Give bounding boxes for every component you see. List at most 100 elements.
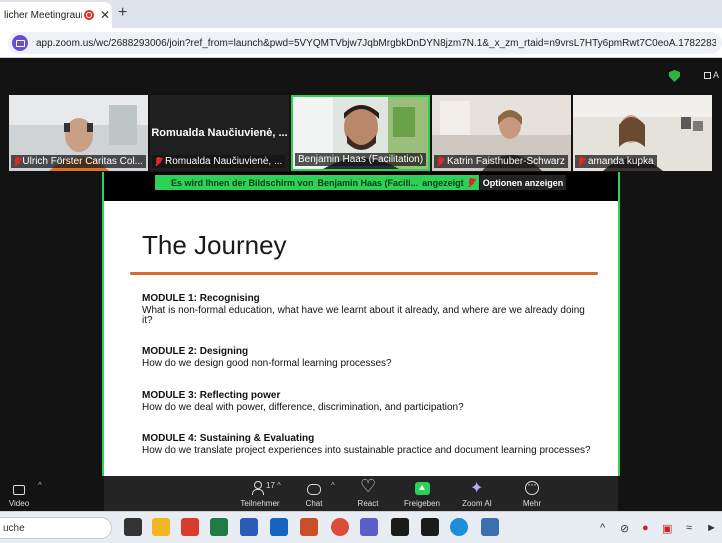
module-block: MODULE 1: Recognising What is non-formal…	[142, 293, 592, 326]
participants-label: Teilnehmer	[240, 499, 280, 508]
module-heading: MODULE 4: Sustaining & Evaluating	[142, 433, 315, 444]
mic-muted-icon	[578, 156, 585, 167]
participant-name-tag: Ulrich Förster Caritas Col...	[11, 155, 146, 168]
video-options-caret[interactable]: ^	[38, 481, 42, 490]
module-block: MODULE 4: Sustaining & Evaluating How do…	[142, 433, 592, 456]
volume-icon[interactable]: ►	[706, 522, 717, 534]
tray-overflow-icon[interactable]: ^	[600, 522, 605, 534]
task-view-icon[interactable]	[124, 518, 142, 536]
participant-name: Romualda Naučiuvienė, ...	[165, 156, 283, 167]
participant-tile-active[interactable]: Benjamin Haas (Facilitation)	[291, 95, 430, 171]
banner-presenter: Benjamin Haas (Facili...	[317, 177, 419, 188]
more-button[interactable]: Mehr	[518, 476, 546, 511]
app-diamond-2-icon[interactable]	[421, 518, 439, 536]
module-text: How do we design good non-formal learnin…	[142, 358, 392, 369]
video-camera-icon	[13, 485, 25, 495]
chat-button[interactable]: Chat	[302, 476, 326, 511]
browser-tab-bar: licher Meetingraum ✕ +	[0, 0, 722, 28]
react-button[interactable]: React	[354, 476, 382, 511]
participant-name: Ulrich Förster Caritas Col...	[22, 156, 143, 167]
file-explorer-icon[interactable]	[152, 518, 170, 536]
powerpoint-icon[interactable]	[300, 518, 318, 536]
teams-icon[interactable]	[360, 518, 378, 536]
omnibox[interactable]: app.zoom.us/wc/2688293006/join?ref_from=…	[8, 32, 722, 54]
participant-strip: Ulrich Förster Caritas Col... Romualda N…	[0, 92, 722, 172]
app-diamond-icon[interactable]	[391, 518, 409, 536]
more-icon	[525, 477, 539, 495]
module-text: How do we deal with power, difference, d…	[142, 402, 464, 413]
chat-label: Chat	[305, 499, 323, 508]
module-heading: MODULE 2: Designing	[142, 346, 249, 357]
windows-taskbar: uche ^ ⊘ ● ▣ ≈ ►	[0, 511, 722, 543]
mic-muted-icon	[155, 156, 162, 167]
screen-share-tray-icon[interactable]: ▣	[662, 522, 672, 535]
edge-icon[interactable]	[450, 518, 468, 536]
chrome-icon[interactable]	[331, 518, 349, 536]
camera-off-icon[interactable]: ⊘	[620, 522, 629, 535]
video-label: Video	[8, 499, 30, 508]
microphone-icon[interactable]: ●	[642, 522, 649, 534]
participants-count: 17	[266, 481, 275, 490]
share-label: Freigeben	[403, 499, 441, 508]
view-label: A	[713, 70, 720, 80]
participant-name: Benjamin Haas (Facilitation)	[298, 154, 424, 165]
module-heading: MODULE 3: Reflecting power	[142, 390, 281, 401]
desktop-icon[interactable]	[481, 518, 499, 536]
slide-divider	[130, 272, 598, 275]
browser-address-bar: app.zoom.us/wc/2688293006/join?ref_from=…	[0, 28, 722, 58]
share-screen-button[interactable]: Freigeben	[402, 476, 442, 511]
new-tab-button[interactable]: +	[118, 4, 127, 22]
search-text: uche	[3, 522, 25, 534]
encryption-shield-icon[interactable]	[669, 70, 680, 82]
grid-icon	[704, 72, 711, 79]
site-info-icon[interactable]	[12, 35, 28, 51]
share-stage: Es wird Ihnen der Bildschirm von Benjami…	[0, 172, 722, 476]
share-screen-icon	[414, 482, 430, 495]
participants-options-caret[interactable]: ^	[277, 481, 281, 490]
tab-close-icon[interactable]: ✕	[100, 8, 110, 22]
recording-icon	[84, 10, 94, 20]
video-button[interactable]: Video	[6, 476, 32, 511]
acrobat-icon[interactable]	[181, 518, 199, 536]
screen: licher Meetingraum ✕ + app.zoom.us/wc/26…	[0, 0, 722, 543]
participant-name-tag: amanda kupka	[575, 155, 657, 168]
view-options-button[interactable]: Optionen anzeigen	[480, 175, 566, 190]
mic-muted-icon	[437, 156, 444, 167]
mic-muted-icon	[14, 156, 21, 167]
banner-prefix: Es wird Ihnen der Bildschirm von	[171, 177, 314, 188]
taskbar-search-box[interactable]: uche	[0, 517, 112, 539]
zoom-ai-label: Zoom AI	[462, 499, 492, 508]
participant-tile[interactable]: Ulrich Förster Caritas Col...	[9, 95, 148, 171]
module-text: What is non-formal education, what have …	[142, 305, 585, 326]
participant-tile[interactable]: amanda kupka	[573, 95, 712, 171]
wifi-icon[interactable]: ≈	[686, 522, 692, 534]
mic-icon	[468, 177, 475, 188]
url-text[interactable]: app.zoom.us/wc/2688293006/join?ref_from=…	[36, 38, 716, 49]
module-text: How do we translate project experiences …	[142, 445, 591, 456]
banner-suffix: angezeigt	[422, 177, 464, 188]
word-icon[interactable]	[240, 518, 258, 536]
slide-title: The Journey	[142, 230, 287, 260]
participants-button[interactable]: Teilnehmer	[238, 476, 282, 511]
outlook-icon[interactable]	[270, 518, 288, 536]
tab-title: licher Meetingraum	[4, 9, 82, 21]
view-button[interactable]: A	[704, 70, 719, 80]
more-label: Mehr	[522, 499, 542, 508]
participant-name-tag: Katrin Faisthuber-Schwarz	[434, 155, 568, 168]
module-block: MODULE 2: Designing How do we design goo…	[142, 346, 592, 369]
participant-tile[interactable]: Katrin Faisthuber-Schwarz	[432, 95, 571, 171]
excel-icon[interactable]	[210, 518, 228, 536]
chat-icon	[307, 484, 321, 495]
shared-slide: The Journey MODULE 1: Recognising What i…	[104, 201, 618, 476]
participant-name: amanda kupka	[588, 156, 654, 167]
react-label: React	[357, 499, 379, 508]
zoom-top-bar: A	[0, 58, 722, 92]
zoom-ai-button[interactable]: Zoom AI	[460, 476, 494, 511]
module-heading: MODULE 1: Recognising	[142, 293, 260, 304]
browser-tab[interactable]: licher Meetingraum ✕	[0, 2, 112, 28]
sparkle-icon	[469, 478, 485, 498]
chat-options-caret[interactable]: ^	[331, 481, 335, 490]
participant-name-tag: Romualda Naučiuvienė, ...	[152, 155, 286, 168]
share-banner: Es wird Ihnen der Bildschirm von Benjami…	[155, 175, 479, 190]
participant-tile[interactable]: Romualda Naučiuvienė, ... Romualda Nauči…	[150, 95, 289, 171]
